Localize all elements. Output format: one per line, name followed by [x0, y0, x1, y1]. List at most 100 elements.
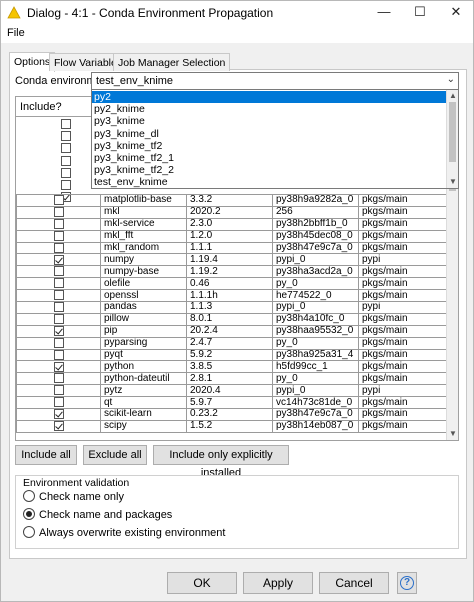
table-row[interactable]: openssl 1.1.1h he774522_0 pkgs/main [16, 289, 447, 303]
exclude-all-button[interactable]: Exclude all [83, 445, 147, 465]
table-row[interactable]: numpy 1.19.4 pypi_0 pypi [16, 253, 447, 267]
package-channel: pkgs/main [358, 396, 447, 410]
radio-check-name-only[interactable] [23, 490, 35, 502]
package-version: 1.5.2 [186, 419, 273, 433]
package-build: py38h47e9c7a_0 [272, 241, 359, 255]
dropdown-scroll-down-icon[interactable]: ▼ [447, 176, 459, 188]
packages-grid: matplotlib-base 3.3.2 py38h9a9282a_0 pkgs/m… [16, 194, 447, 433]
package-name: pillow [100, 312, 187, 326]
include-checkbox[interactable] [61, 167, 71, 178]
radio-check-name-and-packages[interactable] [23, 508, 35, 520]
include-checkbox[interactable] [53, 421, 64, 432]
include-checkbox[interactable] [53, 373, 64, 384]
include-checkbox[interactable] [53, 409, 64, 420]
include-checkbox[interactable] [53, 207, 64, 218]
table-row[interactable]: mkl_fft 1.2.0 py38h45dec08_0 pkgs/main [16, 229, 447, 243]
include-checkbox[interactable] [61, 131, 71, 142]
include-checkbox[interactable] [61, 143, 71, 154]
dropdown-option[interactable]: py2 [92, 91, 446, 104]
table-row[interactable]: olefile 0.46 py_0 pkgs/main [16, 277, 447, 291]
table-row[interactable]: pip 20.2.4 py38haa95532_0 pkgs/main [16, 324, 447, 338]
include-checkbox[interactable] [61, 155, 71, 166]
package-build: py_0 [272, 336, 359, 350]
dropdown-option[interactable]: test_env_knime [92, 176, 446, 188]
conda-environment-select[interactable]: test_env_knime ⌄ [91, 72, 459, 90]
close-button[interactable]: ✕ [438, 1, 474, 25]
include-checkbox[interactable] [53, 326, 64, 336]
table-row[interactable]: qt 5.9.7 vc14h73c81de_0 pkgs/main [16, 396, 447, 410]
radio-label-check-name-only[interactable]: Check name only [39, 491, 124, 503]
ok-button[interactable]: OK [167, 572, 237, 594]
package-channel: pkgs/main [358, 324, 447, 338]
table-row[interactable]: mkl_random 1.1.1 py38h47e9c7a_0 pkgs/main [16, 241, 447, 255]
dropdown-option[interactable]: py3_knime_tf2_1 [92, 152, 446, 164]
package-build: pypi_0 [272, 384, 359, 398]
package-channel: pkgs/main [358, 217, 447, 231]
include-all-button[interactable]: Include all [15, 445, 77, 465]
include-checkbox[interactable] [53, 219, 64, 229]
table-row[interactable]: python-dateutil 2.8.1 py_0 pkgs/main [16, 372, 447, 386]
package-build: pypi_0 [272, 301, 359, 314]
dropdown-scrollbar[interactable]: ▲ ▼ [446, 90, 458, 188]
include-checkbox[interactable] [53, 397, 64, 408]
table-row[interactable]: pillow 8.0.1 py38h4a10fc_0 pkgs/main [16, 312, 447, 326]
include-checkbox[interactable] [53, 338, 64, 348]
include-checkbox[interactable] [53, 231, 64, 241]
package-name: matplotlib-base [100, 194, 187, 207]
dropdown-scroll-thumb[interactable] [449, 102, 456, 162]
apply-button[interactable]: Apply [243, 572, 313, 594]
dropdown-option[interactable]: py3_knime_dl [92, 128, 446, 140]
minimize-button[interactable]: — [366, 1, 402, 25]
table-row[interactable]: matplotlib-base 3.3.2 py38h9a9282a_0 pkgs/m… [16, 194, 447, 207]
dropdown-option[interactable]: py3_knime_tf2 [92, 140, 446, 152]
include-explicit-button[interactable]: Include only explicitly installed [153, 445, 289, 479]
include-checkbox[interactable] [61, 119, 71, 129]
include-checkbox[interactable] [53, 278, 64, 289]
dropdown-scroll-up-icon[interactable]: ▲ [447, 90, 459, 102]
include-checkbox[interactable] [53, 314, 64, 325]
radio-label-check-name-and-packages[interactable]: Check name and packages [39, 509, 172, 521]
package-channel: pkgs/main [358, 205, 447, 219]
table-row[interactable]: pandas 1.1.3 pypi_0 pypi [16, 301, 447, 314]
include-checkbox[interactable] [53, 195, 64, 206]
include-cell [16, 384, 101, 398]
scroll-down-arrow-icon[interactable]: ▼ [447, 428, 458, 440]
table-row[interactable]: numpy-base 1.19.2 py38ha3acd2a_0 pkgs/main [16, 265, 447, 279]
menu-file[interactable]: File [7, 27, 25, 39]
maximize-button[interactable]: ☐ [402, 1, 438, 25]
include-checkbox[interactable] [53, 350, 64, 360]
include-cell [16, 265, 101, 279]
table-row[interactable]: pytz 2020.4 pypi_0 pypi [16, 384, 447, 398]
help-button[interactable]: ? [397, 572, 417, 594]
package-build: py_0 [272, 372, 359, 386]
package-channel: pkgs/main [358, 289, 447, 303]
radio-always-overwrite[interactable] [23, 526, 35, 538]
cancel-button[interactable]: Cancel [319, 572, 389, 594]
include-checkbox[interactable] [53, 290, 64, 301]
package-name: numpy [100, 253, 187, 267]
include-checkbox[interactable] [53, 361, 64, 372]
include-checkbox[interactable] [53, 254, 64, 265]
dropdown-option[interactable]: py3_knime [92, 115, 446, 127]
package-channel: pkgs/main [358, 229, 447, 243]
include-cell [16, 253, 101, 267]
package-channel: pypi [358, 384, 447, 398]
table-row[interactable]: python 3.8.5 h5fd99cc_1 pkgs/main [16, 360, 447, 374]
radio-label-always-overwrite[interactable]: Always overwrite existing environment [39, 527, 225, 539]
include-checkbox[interactable] [53, 302, 64, 313]
table-row[interactable]: mkl 2020.2 256 pkgs/main [16, 205, 447, 219]
include-checkbox[interactable] [61, 180, 71, 190]
table-row[interactable]: scipy 1.5.2 py38h14eb087_0 pkgs/main [16, 419, 447, 433]
table-row[interactable]: pyparsing 2.4.7 py_0 pkgs/main [16, 336, 447, 350]
table-row[interactable]: pyqt 5.9.2 py38ha925a31_4 pkgs/main [16, 348, 447, 362]
title-bar[interactable]: Dialog - 4:1 - Conda Environment Propaga… [1, 1, 473, 25]
include-checkbox[interactable] [53, 243, 64, 253]
table-row[interactable]: mkl-service 2.3.0 py38h2bbff1b_0 pkgs/main [16, 217, 447, 231]
include-checkbox[interactable] [53, 266, 64, 277]
tab-job-manager-selection[interactable]: Job Manager Selection [113, 53, 231, 71]
column-header-include[interactable]: Include? [16, 97, 100, 117]
dropdown-option[interactable]: py3_knime_tf2_2 [92, 164, 446, 176]
include-checkbox[interactable] [53, 385, 64, 396]
dropdown-option[interactable]: py2_knime [92, 103, 446, 115]
table-row[interactable]: scikit-learn 0.23.2 py38h47e9c7a_0 pkgs/mai… [16, 408, 447, 421]
